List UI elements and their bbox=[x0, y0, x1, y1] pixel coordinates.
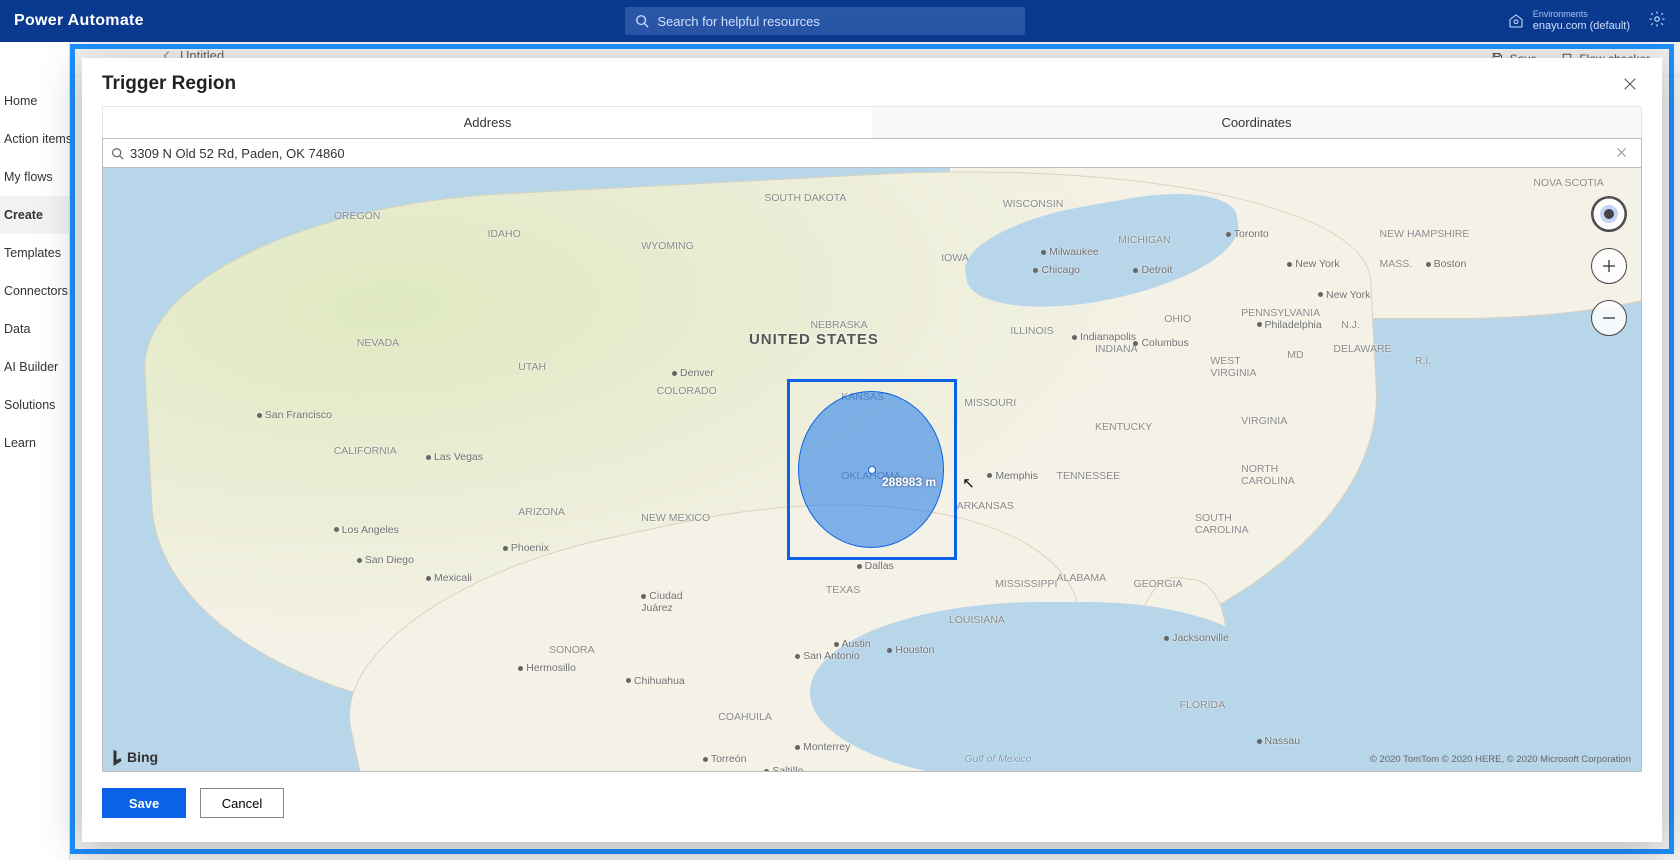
nav-learn[interactable]: Learn bbox=[0, 424, 69, 462]
nav-solutions[interactable]: Solutions bbox=[0, 386, 69, 424]
search-icon bbox=[635, 14, 649, 28]
brand-label: Power Automate bbox=[14, 12, 144, 30]
bing-logo: Bing bbox=[111, 749, 158, 765]
search-icon bbox=[111, 147, 124, 160]
gear-icon bbox=[1648, 10, 1666, 28]
trigger-mode-tabs: Address Coordinates bbox=[102, 106, 1642, 138]
global-search-placeholder: Search for helpful resources bbox=[657, 14, 820, 29]
address-clear-button[interactable] bbox=[1616, 146, 1633, 161]
nav-ai-builder[interactable]: AI Builder bbox=[0, 348, 69, 386]
plus-icon bbox=[1600, 257, 1618, 275]
map-zoom-in-button[interactable] bbox=[1591, 248, 1627, 284]
left-nav: Home Action items My flows Create Templa… bbox=[0, 42, 70, 860]
environment-heading: Environments bbox=[1533, 10, 1630, 20]
nav-connectors[interactable]: Connectors bbox=[0, 272, 69, 310]
nav-action-items[interactable]: Action items bbox=[0, 120, 69, 158]
bing-icon bbox=[111, 750, 124, 766]
nav-templates[interactable]: Templates bbox=[0, 234, 69, 272]
nav-home[interactable]: Home bbox=[0, 82, 69, 120]
tab-coordinates[interactable]: Coordinates bbox=[872, 107, 1641, 138]
map-gulf bbox=[810, 602, 1271, 772]
dialog-title: Trigger Region bbox=[102, 73, 236, 95]
nav-create[interactable]: Create bbox=[0, 196, 69, 234]
dialog-footer: Save Cancel bbox=[82, 772, 1662, 842]
geofence-radius-label: 288983 m bbox=[882, 475, 936, 489]
trigger-region-dialog: Trigger Region Address Coordinates 3309 … bbox=[82, 58, 1662, 842]
minus-icon bbox=[1600, 309, 1618, 327]
tab-address[interactable]: Address bbox=[103, 107, 872, 138]
address-input-value: 3309 N Old 52 Rd, Paden, OK 74860 bbox=[130, 146, 345, 161]
close-icon bbox=[1623, 77, 1637, 91]
cancel-button[interactable]: Cancel bbox=[200, 788, 284, 818]
environment-icon bbox=[1507, 12, 1525, 30]
map-zoom-out-button[interactable] bbox=[1591, 300, 1627, 336]
mouse-cursor-icon: ↖ bbox=[962, 474, 975, 492]
address-input[interactable]: 3309 N Old 52 Rd, Paden, OK 74860 bbox=[102, 138, 1642, 168]
global-search[interactable]: Search for helpful resources bbox=[625, 7, 1025, 35]
environment-picker[interactable]: Environments enayu.com (default) bbox=[1533, 10, 1630, 32]
nav-my-flows[interactable]: My flows bbox=[0, 158, 69, 196]
settings-button[interactable] bbox=[1648, 10, 1666, 33]
dialog-close-button[interactable] bbox=[1618, 72, 1642, 96]
close-icon bbox=[1616, 147, 1627, 158]
nav-data[interactable]: Data bbox=[0, 310, 69, 348]
app-bar: Power Automate Search for helpful resour… bbox=[0, 0, 1680, 42]
map-canvas[interactable]: UNITED STATES Gulf of Mexico NOVA SCOTIA… bbox=[102, 168, 1642, 772]
dialog-header: Trigger Region bbox=[82, 58, 1662, 106]
geofence-center-point[interactable] bbox=[868, 466, 876, 474]
save-button[interactable]: Save bbox=[102, 788, 186, 818]
environment-name: enayu.com (default) bbox=[1533, 20, 1630, 32]
map-controls bbox=[1591, 196, 1627, 336]
map-locate-button[interactable] bbox=[1591, 196, 1627, 232]
bing-logo-text: Bing bbox=[127, 749, 158, 765]
map-copyright: © 2020 TomTom © 2020 HERE, © 2020 Micros… bbox=[1370, 754, 1631, 765]
